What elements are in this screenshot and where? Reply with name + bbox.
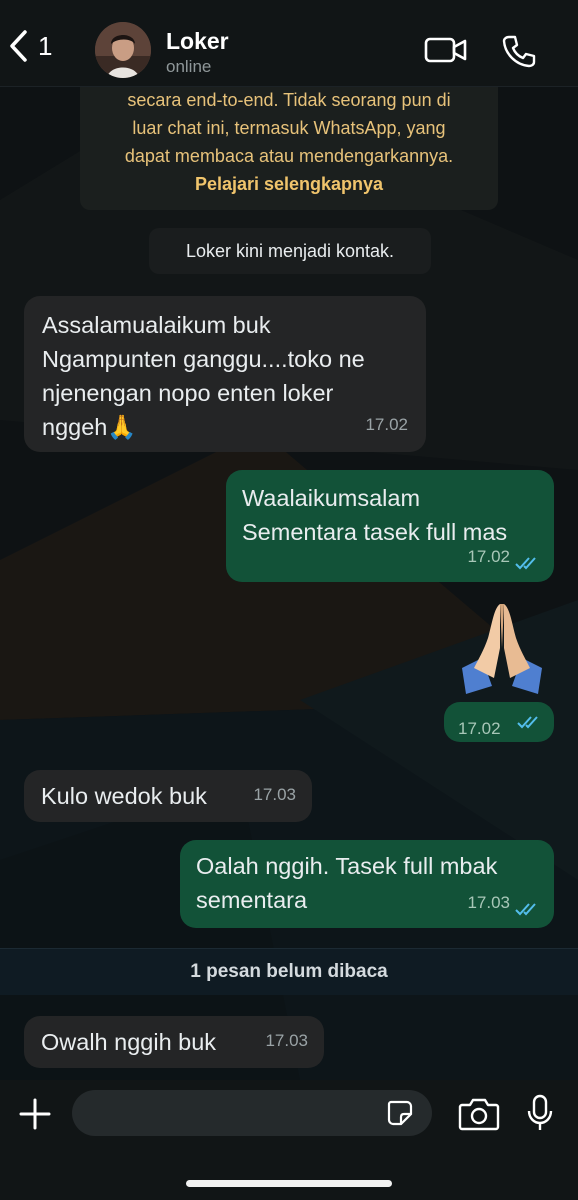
read-receipt-icon bbox=[515, 557, 536, 570]
message-text: Owalh nggih buk bbox=[41, 1029, 217, 1055]
message-bubble-outgoing[interactable]: Waalaikumsalam Sementara tasek full mas … bbox=[226, 470, 554, 582]
message-time: 17.02 bbox=[365, 415, 408, 434]
learn-more-link[interactable]: Pelajari selengkapnya bbox=[80, 170, 498, 198]
unread-count: 1 bbox=[38, 30, 53, 61]
message-input[interactable] bbox=[72, 1090, 432, 1136]
message-text: Assalamualaikum buk Ngampunten ganggu...… bbox=[42, 312, 365, 440]
message-time: 17.03 bbox=[467, 893, 510, 912]
message-bubble-incoming[interactable]: Owalh nggih buk 17.03 bbox=[24, 1016, 324, 1068]
message-time: 17.03 bbox=[265, 1031, 308, 1050]
microphone-icon[interactable] bbox=[526, 1094, 554, 1132]
message-bubble-incoming[interactable]: Kulo wedok buk 17.03 bbox=[24, 770, 312, 822]
system-message: Loker kini menjadi kontak. bbox=[149, 228, 431, 274]
read-receipt-icon bbox=[517, 716, 538, 729]
message-bubble-incoming[interactable]: Assalamualaikum buk Ngampunten ganggu...… bbox=[24, 296, 426, 452]
message-time: 17.02 bbox=[458, 719, 501, 738]
message-text: Kulo wedok buk bbox=[41, 783, 207, 809]
camera-icon[interactable] bbox=[458, 1097, 500, 1131]
read-receipt-icon bbox=[515, 903, 536, 916]
sticker-icon[interactable] bbox=[386, 1099, 414, 1127]
praying-hands-emoji bbox=[462, 604, 542, 694]
phone-call-icon[interactable] bbox=[502, 34, 536, 68]
chat-header: 1 Loker online bbox=[0, 0, 578, 87]
contact-status: online bbox=[166, 57, 212, 76]
chat-area[interactable]: secara end-to-end. Tidak seorang pun di … bbox=[0, 0, 578, 1080]
chevron-left-icon bbox=[10, 30, 27, 62]
contact-name[interactable]: Loker bbox=[166, 28, 229, 55]
avatar[interactable] bbox=[95, 22, 151, 78]
encryption-notice-text: secara end-to-end. Tidak seorang pun di … bbox=[124, 90, 454, 166]
message-time: 17.02 bbox=[467, 547, 510, 566]
avatar-image bbox=[95, 22, 151, 78]
plus-icon[interactable] bbox=[18, 1097, 52, 1131]
home-indicator[interactable] bbox=[186, 1180, 392, 1187]
message-text: Waalaikumsalam Sementara tasek full mas bbox=[242, 485, 508, 545]
back-button[interactable]: 1 bbox=[8, 26, 68, 66]
message-bubble-outgoing[interactable]: Oalah nggih. Tasek full mbak sementara 1… bbox=[180, 840, 554, 928]
message-time: 17.03 bbox=[253, 785, 296, 804]
unread-messages-banner: 1 pesan belum dibaca bbox=[0, 948, 578, 995]
video-call-icon[interactable] bbox=[424, 36, 468, 64]
message-bubble-outgoing[interactable]: 17.02 bbox=[444, 702, 554, 742]
encryption-notice[interactable]: secara end-to-end. Tidak seorang pun di … bbox=[80, 70, 498, 210]
